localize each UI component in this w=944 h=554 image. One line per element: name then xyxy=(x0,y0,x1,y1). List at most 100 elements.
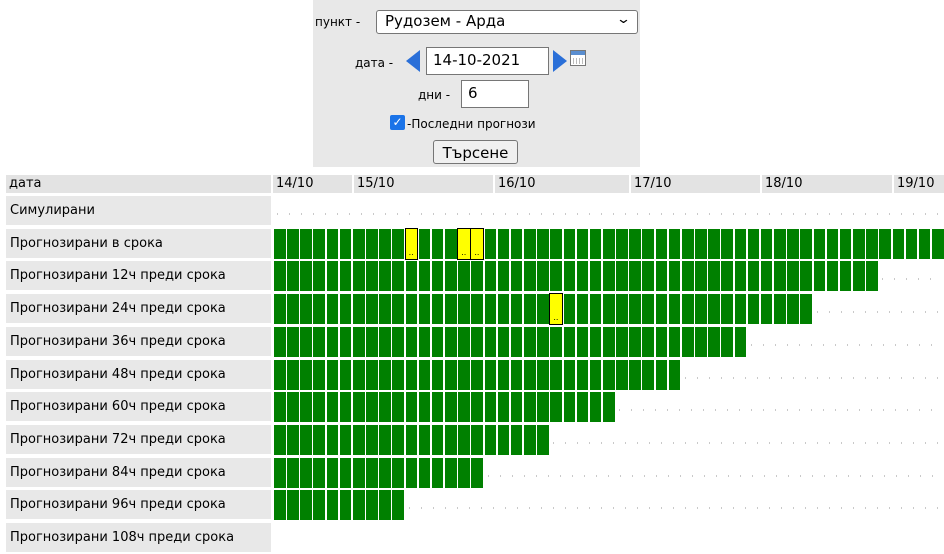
forecast-cell[interactable] xyxy=(299,489,313,522)
forecast-cell[interactable] xyxy=(615,325,629,358)
forecast-cell[interactable] xyxy=(273,489,287,522)
forecast-cell[interactable] xyxy=(444,391,458,424)
forecast-cell[interactable] xyxy=(628,293,642,326)
forecast-cell[interactable] xyxy=(509,260,524,293)
forecast-cell[interactable] xyxy=(273,456,287,489)
forecast-cell[interactable] xyxy=(365,489,379,522)
forecast-cell[interactable] xyxy=(496,391,511,424)
forecast-cell[interactable] xyxy=(575,293,590,326)
forecast-cell[interactable] xyxy=(759,227,774,260)
forecast-cell[interactable] xyxy=(602,260,616,293)
forecast-cell[interactable] xyxy=(417,227,432,260)
forecast-cell[interactable] xyxy=(444,456,458,489)
forecast-cell[interactable] xyxy=(351,456,366,489)
forecast-cell[interactable] xyxy=(378,423,392,456)
forecast-cell[interactable] xyxy=(457,391,471,424)
forecast-cell[interactable] xyxy=(470,391,484,424)
forecast-cell[interactable] xyxy=(641,293,656,326)
forecast-cell[interactable] xyxy=(536,423,550,456)
forecast-cell[interactable] xyxy=(588,325,603,358)
forecast-cell[interactable] xyxy=(365,358,379,391)
forecast-cell[interactable] xyxy=(654,260,669,293)
forecast-cell[interactable] xyxy=(509,358,524,391)
forecast-cell[interactable] xyxy=(667,227,682,260)
forecast-cell[interactable] xyxy=(286,489,300,522)
forecast-cell[interactable] xyxy=(457,325,471,358)
forecast-cell[interactable] xyxy=(338,260,353,293)
forecast-cell[interactable] xyxy=(299,260,313,293)
forecast-cell[interactable] xyxy=(523,260,537,293)
forecast-cell[interactable] xyxy=(351,358,366,391)
forecast-cell[interactable] xyxy=(786,293,800,326)
forecast-cell[interactable] xyxy=(904,227,919,260)
forecast-cell[interactable] xyxy=(338,293,353,326)
forecast-cell[interactable] xyxy=(667,358,682,391)
forecast-cell[interactable] xyxy=(654,293,669,326)
forecast-cell[interactable] xyxy=(562,293,577,326)
forecast-cell[interactable] xyxy=(641,227,656,260)
forecast-cell[interactable] xyxy=(865,227,879,260)
forecast-cell[interactable] xyxy=(483,293,498,326)
latest-forecasts-checkbox[interactable]: ✓ xyxy=(390,115,405,130)
forecast-cell[interactable] xyxy=(799,260,813,293)
forecast-cell[interactable] xyxy=(523,391,537,424)
forecast-cell[interactable] xyxy=(602,391,616,424)
forecast-cell[interactable] xyxy=(575,391,590,424)
forecast-cell[interactable] xyxy=(365,391,379,424)
forecast-cell[interactable] xyxy=(523,293,537,326)
forecast-cell[interactable] xyxy=(680,260,695,293)
forecast-cell[interactable] xyxy=(654,325,669,358)
forecast-cell[interactable] xyxy=(273,260,287,293)
forecast-cell[interactable] xyxy=(444,325,458,358)
forecast-cell[interactable] xyxy=(286,260,300,293)
forecast-cell[interactable] xyxy=(509,423,524,456)
forecast-cell[interactable] xyxy=(773,260,787,293)
forecast-cell[interactable] xyxy=(470,325,484,358)
forecast-cell[interactable] xyxy=(891,227,906,260)
forecast-cell[interactable] xyxy=(641,325,656,358)
forecast-cell[interactable] xyxy=(667,325,682,358)
forecast-cell[interactable] xyxy=(325,391,340,424)
forecast-cell[interactable] xyxy=(825,227,840,260)
forecast-cell[interactable] xyxy=(457,358,471,391)
forecast-cell[interactable] xyxy=(430,358,445,391)
forecast-cell-warning[interactable]: .. xyxy=(457,227,471,260)
forecast-cell[interactable] xyxy=(694,260,708,293)
forecast-cell[interactable] xyxy=(786,227,800,260)
forecast-cell[interactable] xyxy=(273,358,287,391)
forecast-cell[interactable] xyxy=(483,423,498,456)
forecast-cell[interactable] xyxy=(286,227,300,260)
forecast-cell[interactable] xyxy=(549,260,563,293)
forecast-cell[interactable] xyxy=(602,358,616,391)
forecast-cell[interactable] xyxy=(523,227,537,260)
forecast-cell[interactable] xyxy=(417,391,432,424)
forecast-cell[interactable] xyxy=(496,325,511,358)
forecast-cell[interactable] xyxy=(536,260,550,293)
forecast-cell[interactable] xyxy=(391,293,405,326)
forecast-cell[interactable] xyxy=(509,391,524,424)
forecast-cell[interactable] xyxy=(325,489,340,522)
forecast-cell[interactable] xyxy=(378,358,392,391)
forecast-cell[interactable] xyxy=(615,358,629,391)
forecast-cell[interactable] xyxy=(325,227,340,260)
forecast-cell[interactable] xyxy=(694,293,708,326)
forecast-cell[interactable] xyxy=(457,456,471,489)
forecast-cell[interactable] xyxy=(641,358,656,391)
forecast-cell[interactable] xyxy=(588,227,603,260)
forecast-cell[interactable] xyxy=(773,227,787,260)
forecast-cell[interactable] xyxy=(852,260,866,293)
forecast-cell[interactable] xyxy=(391,456,405,489)
forecast-cell[interactable] xyxy=(759,260,774,293)
forecast-cell[interactable] xyxy=(496,293,511,326)
forecast-cell[interactable] xyxy=(312,325,327,358)
forecast-cell[interactable] xyxy=(417,325,432,358)
forecast-cell[interactable] xyxy=(799,293,813,326)
forecast-cell[interactable] xyxy=(351,325,366,358)
forecast-cell[interactable] xyxy=(694,227,708,260)
forecast-cell[interactable] xyxy=(746,227,761,260)
forecast-cell[interactable] xyxy=(430,325,445,358)
forecast-cell[interactable] xyxy=(509,227,524,260)
forecast-cell[interactable] xyxy=(812,260,827,293)
forecast-cell[interactable] xyxy=(338,227,353,260)
forecast-cell[interactable] xyxy=(299,423,313,456)
